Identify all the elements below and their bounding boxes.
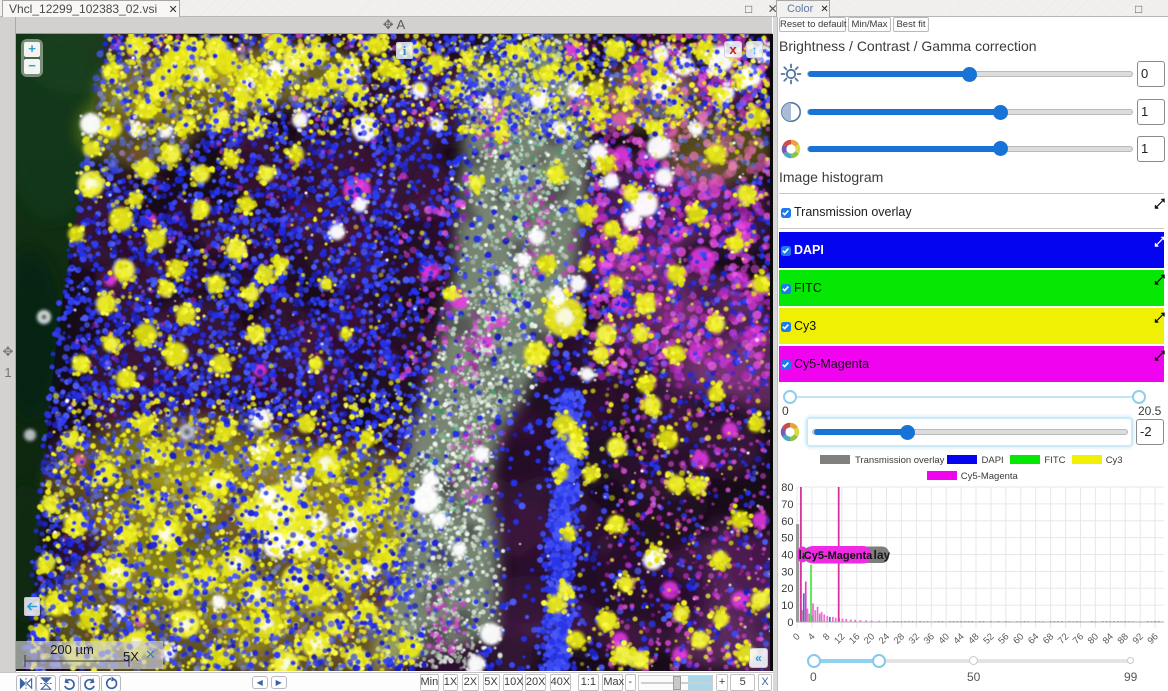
- svg-text:Cy5-Magenta: Cy5-Magenta: [804, 550, 873, 562]
- svg-text:48: 48: [966, 631, 981, 646]
- svg-text:80: 80: [781, 482, 793, 494]
- svg-text:10: 10: [781, 600, 793, 612]
- svg-text:52: 52: [981, 631, 996, 646]
- svg-text:70: 70: [781, 499, 793, 511]
- svg-text:72: 72: [1056, 631, 1071, 646]
- svg-text:28: 28: [892, 631, 907, 646]
- svg-text:0: 0: [787, 617, 793, 629]
- svg-text:84: 84: [1101, 631, 1116, 646]
- svg-text:20: 20: [781, 583, 793, 595]
- svg-text:16: 16: [847, 631, 862, 646]
- svg-text:60: 60: [1011, 631, 1026, 646]
- svg-text:50: 50: [781, 533, 793, 545]
- svg-text:92: 92: [1131, 631, 1146, 646]
- svg-text:20: 20: [862, 631, 877, 646]
- svg-text:0: 0: [791, 631, 803, 643]
- svg-text:68: 68: [1041, 631, 1056, 646]
- svg-text:40: 40: [937, 631, 952, 646]
- svg-text:12: 12: [832, 631, 847, 646]
- svg-text:88: 88: [1116, 631, 1131, 646]
- svg-text:lay: lay: [874, 548, 891, 562]
- svg-text:24: 24: [877, 631, 892, 646]
- svg-text:64: 64: [1026, 631, 1041, 646]
- svg-text:56: 56: [996, 631, 1011, 646]
- svg-text:40: 40: [781, 550, 793, 562]
- svg-text:30: 30: [781, 566, 793, 578]
- svg-text:4: 4: [806, 631, 818, 643]
- svg-text:96: 96: [1145, 631, 1160, 646]
- svg-text:8: 8: [821, 631, 833, 643]
- svg-text:76: 76: [1071, 631, 1086, 646]
- svg-text:60: 60: [781, 516, 793, 528]
- svg-text:44: 44: [951, 631, 966, 646]
- svg-text:80: 80: [1086, 631, 1101, 646]
- svg-text:36: 36: [922, 631, 937, 646]
- svg-text:32: 32: [907, 631, 922, 646]
